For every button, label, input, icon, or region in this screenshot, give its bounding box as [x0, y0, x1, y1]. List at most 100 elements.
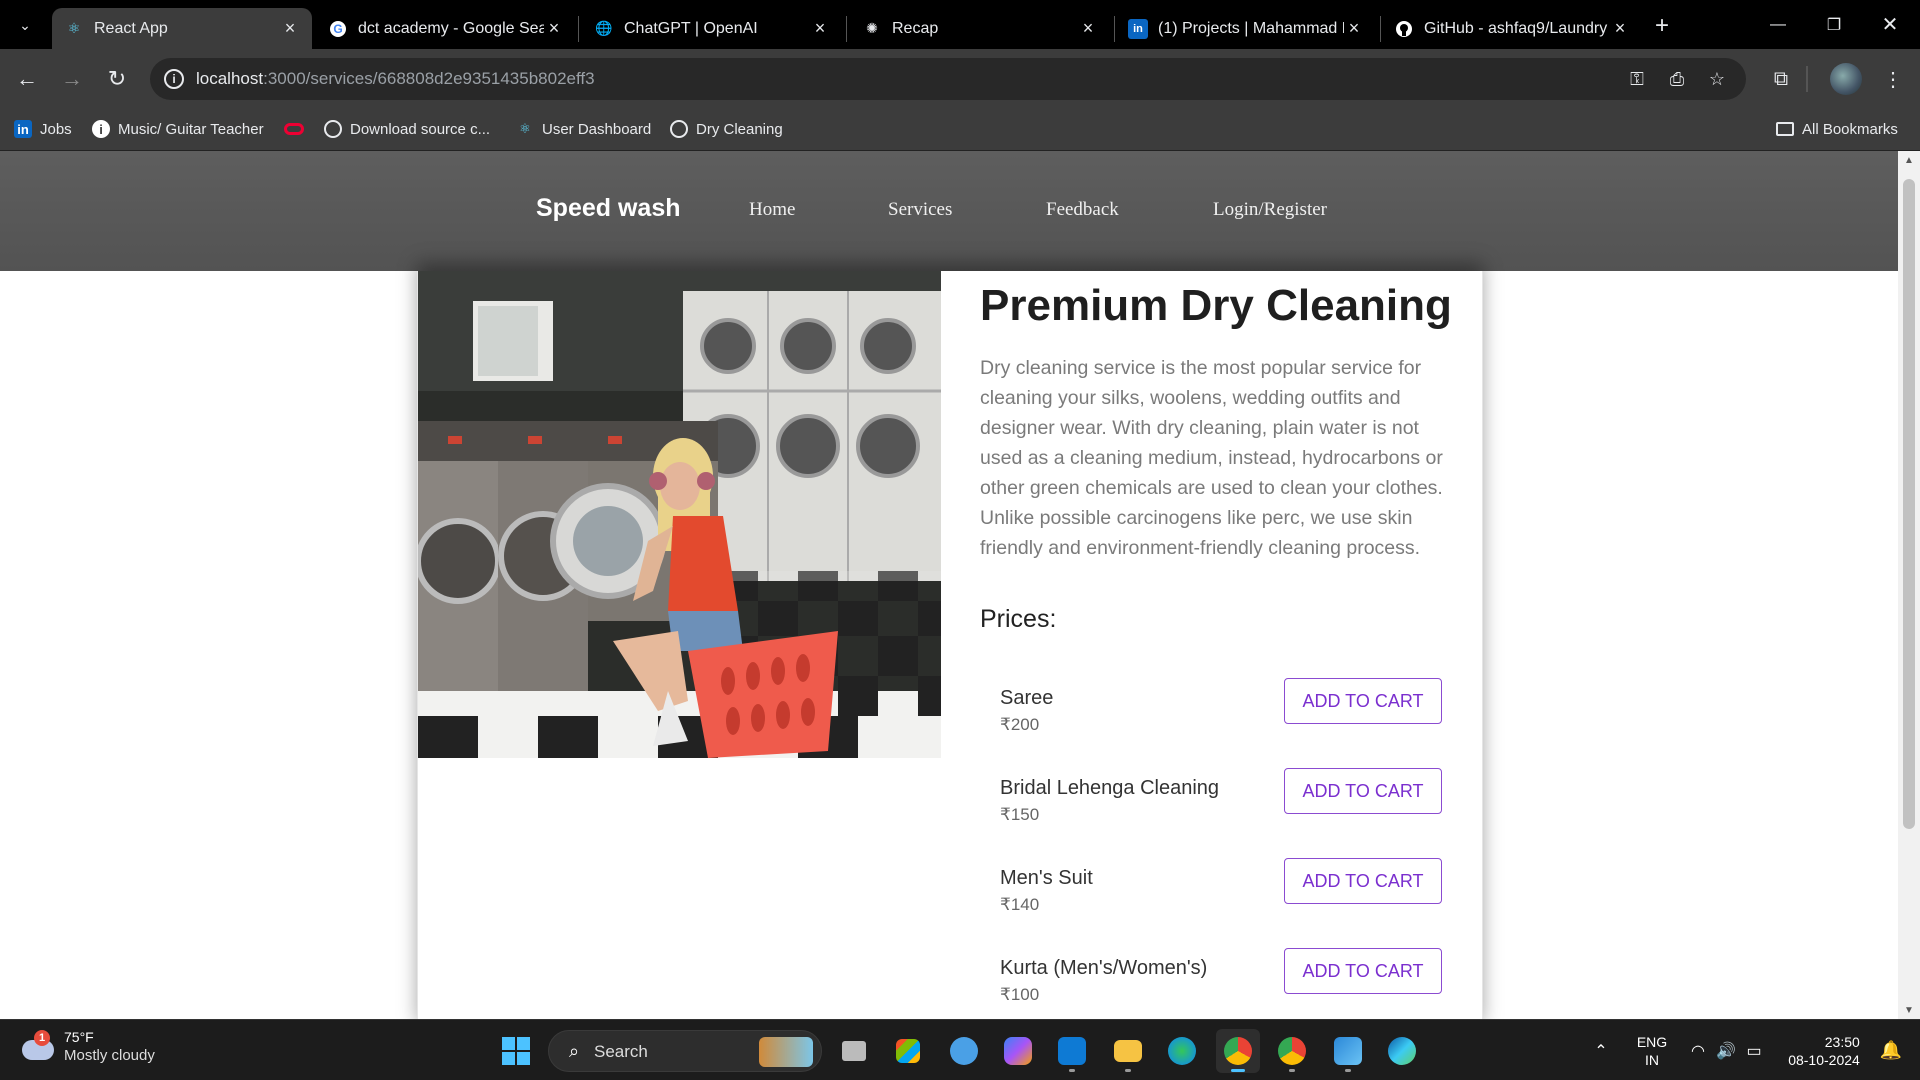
- more-menu-icon[interactable]: ⋮: [1876, 62, 1910, 96]
- bookmark-jobs[interactable]: in Jobs: [14, 116, 72, 142]
- bookmark-download-source[interactable]: Download source c...: [324, 116, 490, 142]
- close-icon[interactable]: ×: [810, 18, 830, 39]
- toolbar-separator: [1806, 66, 1808, 92]
- browser-tabstrip: ⌄ ⚛ React App × G dct academy - Google S…: [0, 0, 1920, 49]
- bookmark-user-dashboard[interactable]: ⚛ User Dashboard: [516, 116, 651, 142]
- taskbar-search[interactable]: ⌕ Search: [548, 1030, 822, 1072]
- search-label: Search: [594, 1042, 648, 1061]
- tab-github[interactable]: GitHub - ashfaq9/Laundry ×: [1382, 8, 1642, 49]
- close-window-icon[interactable]: ✕: [1862, 0, 1918, 49]
- service-image: [418, 271, 941, 758]
- tab-google-search[interactable]: G dct academy - Google Sear ×: [316, 8, 576, 49]
- bookmark-star-icon[interactable]: ☆: [1704, 67, 1730, 91]
- info-icon: i: [92, 120, 110, 138]
- close-icon[interactable]: ×: [280, 18, 300, 39]
- extensions-icon[interactable]: ⧉: [1764, 62, 1798, 96]
- item-price: ₹140: [1000, 895, 1040, 914]
- search-highlight-image: [759, 1037, 813, 1067]
- tab-linkedin-projects[interactable]: in (1) Projects | Mahammad H ×: [1116, 8, 1376, 49]
- key-icon[interactable]: ⚿: [1624, 67, 1650, 91]
- tab-chatgpt[interactable]: 🌐 ChatGPT | OpenAI ×: [582, 8, 842, 49]
- tab-separator: [1380, 16, 1381, 42]
- weather-widget[interactable]: 1 75°F Mostly cloudy: [20, 1028, 155, 1066]
- bookmark-oracle[interactable]: [284, 116, 312, 142]
- prices-heading: Prices:: [980, 605, 1057, 633]
- chrome-active-icon[interactable]: [1216, 1029, 1260, 1073]
- svg-text:G: G: [333, 22, 342, 36]
- close-icon[interactable]: ×: [1078, 18, 1098, 39]
- tab-separator: [846, 16, 847, 42]
- item-price: ₹200: [1000, 715, 1040, 734]
- photos-icon[interactable]: [1326, 1029, 1370, 1073]
- item-price: ₹100: [1000, 985, 1040, 1004]
- windows-taskbar: 1 75°F Mostly cloudy ⌕ Search ⌃ ENG IN ◠ …: [0, 1019, 1920, 1080]
- clock[interactable]: 23:50 08-10-2024: [1776, 1020, 1872, 1080]
- notification-bell-icon[interactable]: 🔔: [1876, 1020, 1906, 1080]
- reload-icon[interactable]: ↻: [100, 62, 134, 96]
- search-icon: ⌕: [568, 1040, 580, 1061]
- chrome-icon[interactable]: [1270, 1029, 1314, 1073]
- task-view-icon[interactable]: [832, 1029, 876, 1073]
- microsoft-store-icon[interactable]: [886, 1029, 930, 1073]
- nav-login-register[interactable]: Login/Register: [1213, 199, 1327, 221]
- forward-arrow-icon[interactable]: →: [55, 62, 89, 96]
- windows-start-icon[interactable]: [502, 1037, 530, 1065]
- add-to-cart-button[interactable]: ADD TO CART: [1284, 948, 1442, 994]
- scrollbar-thumb[interactable]: [1903, 179, 1915, 829]
- battery-icon[interactable]: ▭: [1740, 1020, 1768, 1080]
- folder-icon: [1776, 122, 1794, 136]
- service-card: Premium Dry Cleaning Dry cleaning servic…: [417, 271, 1483, 1019]
- edge-icon[interactable]: [1380, 1029, 1424, 1073]
- nav-feedback[interactable]: Feedback: [1046, 199, 1119, 221]
- edge-profile-icon[interactable]: [1160, 1029, 1204, 1073]
- price-item: Kurta (Men's/Women's) ₹100 ADD TO CART: [1000, 948, 1445, 1017]
- price-item: Saree ₹200 ADD TO CART: [1000, 678, 1445, 747]
- show-hidden-icons-icon[interactable]: ⌃: [1586, 1020, 1616, 1080]
- bookmark-guitar-teacher[interactable]: i Music/ Guitar Teacher: [92, 116, 264, 142]
- minimize-icon[interactable]: —: [1750, 0, 1806, 49]
- nav-home[interactable]: Home: [749, 199, 795, 221]
- service-title: Premium Dry Cleaning: [980, 281, 1452, 330]
- language-indicator[interactable]: ENG IN: [1628, 1020, 1676, 1080]
- close-icon[interactable]: ×: [1344, 18, 1364, 39]
- vscode-icon[interactable]: [1050, 1029, 1094, 1073]
- nav-services[interactable]: Services: [888, 199, 952, 221]
- profile-avatar[interactable]: [1830, 63, 1862, 95]
- price-item: Bridal Lehenga Cleaning ₹150 ADD TO CART: [1000, 768, 1445, 837]
- site-brand[interactable]: Speed wash: [536, 194, 681, 223]
- address-bar[interactable]: i localhost:3000/services/668808d2e93514…: [150, 58, 1746, 100]
- globe-icon: [670, 120, 688, 138]
- oracle-icon: [284, 123, 304, 135]
- url-host: localhost: [196, 69, 264, 88]
- add-to-cart-button[interactable]: ADD TO CART: [1284, 858, 1442, 904]
- close-icon[interactable]: ×: [1610, 18, 1630, 39]
- all-bookmarks-button[interactable]: All Bookmarks: [1776, 116, 1898, 142]
- back-arrow-icon[interactable]: ←: [10, 62, 44, 96]
- wifi-icon[interactable]: ◠: [1684, 1020, 1712, 1080]
- close-icon[interactable]: ×: [544, 18, 564, 39]
- add-to-cart-button[interactable]: ADD TO CART: [1284, 678, 1442, 724]
- scroll-up-arrow-icon[interactable]: ▲: [1898, 151, 1920, 169]
- add-to-cart-button[interactable]: ADD TO CART: [1284, 768, 1442, 814]
- item-name: Kurta (Men's/Women's): [1000, 957, 1208, 979]
- url-text[interactable]: localhost:3000/services/668808d2e9351435…: [196, 69, 595, 89]
- tab-separator: [1114, 16, 1115, 42]
- restore-icon[interactable]: ❐: [1806, 0, 1862, 49]
- page-scrollbar[interactable]: ▲ ▼: [1898, 151, 1920, 1019]
- tab-recap[interactable]: ✺ Recap ×: [850, 8, 1110, 49]
- site-info-icon[interactable]: i: [164, 69, 184, 89]
- file-explorer-icon[interactable]: [1106, 1029, 1150, 1073]
- install-app-icon[interactable]: ⎙: [1664, 67, 1690, 91]
- volume-icon[interactable]: 🔊: [1712, 1020, 1740, 1080]
- copilot-icon[interactable]: [996, 1029, 1040, 1073]
- url-path: :3000/services/668808d2e9351435b802eff3: [263, 69, 595, 88]
- teams-icon[interactable]: [942, 1029, 986, 1073]
- new-tab-button[interactable]: +: [1648, 12, 1676, 40]
- bookmark-dry-cleaning[interactable]: Dry Cleaning: [670, 116, 783, 142]
- bookmarks-bar: in Jobs i Music/ Guitar Teacher Download…: [0, 108, 1920, 151]
- scroll-down-arrow-icon[interactable]: ▼: [1898, 1001, 1920, 1019]
- github-icon: [1394, 19, 1414, 39]
- globe-icon: 🌐: [595, 20, 613, 36]
- tab-react-app[interactable]: ⚛ React App ×: [52, 8, 312, 49]
- tab-search-icon[interactable]: ⌄: [12, 12, 38, 38]
